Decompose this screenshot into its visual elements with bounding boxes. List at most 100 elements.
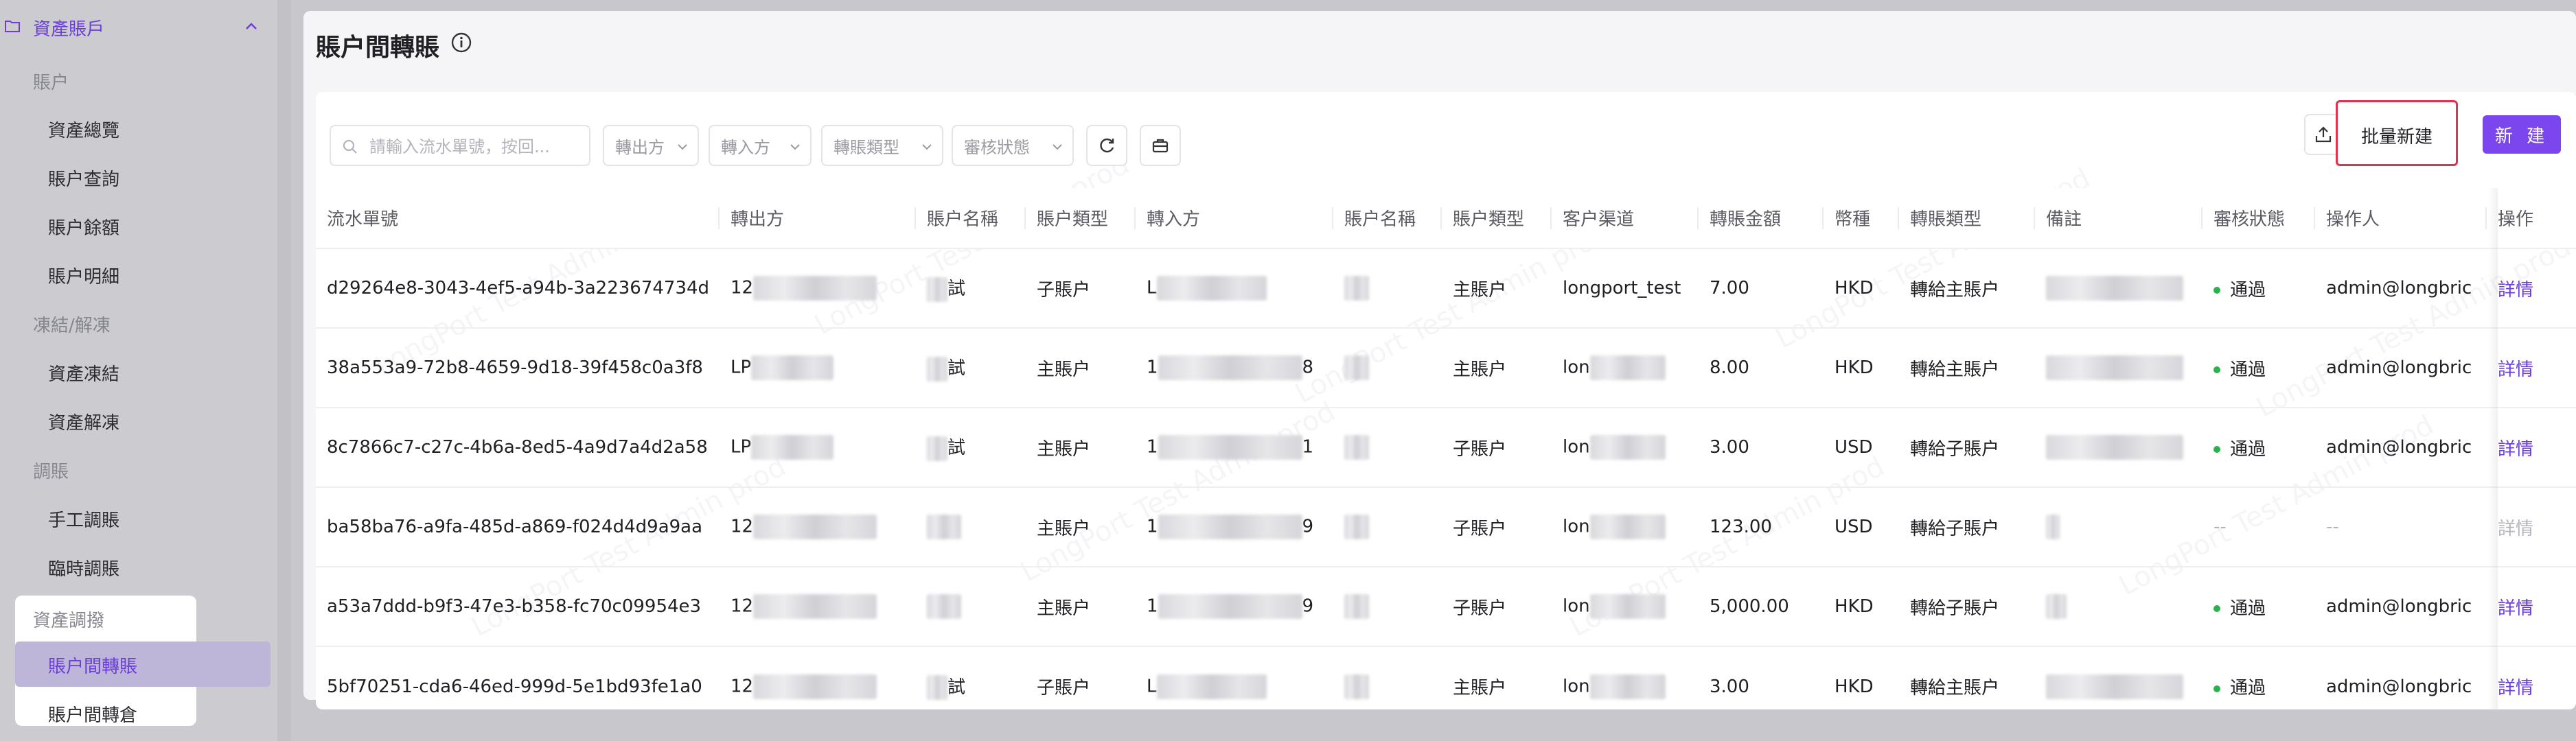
sidebar-section-adjust: 調賬 [33,462,69,482]
redacted-block [753,515,877,539]
header-to-account-name: 賬户名稱 [1333,188,1442,248]
chevron-down-icon [1053,144,1062,150]
redacted-block [1344,435,1369,460]
sidebar: 資產賬戶 賬户 資產總覽 賬户查詢 賬户餘額 賬户明細 凍結/解凍 資產凍結 資… [0,0,291,741]
cell-serial-no: ba58ba76-a9fa-485d-a869-f024d4d9a9aa [316,486,720,567]
cell-to: L [1136,248,1333,328]
batch-new-button[interactable]: 批量新建 [2336,100,2458,166]
filter-review-status[interactable]: 審核狀態 [952,125,1074,166]
table-row: 8c7866c7-c27c-4b6a-8ed5-4a9d7a4d2a58 LP … [316,407,2576,487]
redacted-block [753,594,877,619]
cell-from-account-name: 試 [916,248,1026,328]
sidebar-item-asset-overview[interactable]: 資產總覽 [48,117,119,142]
sidebar-item-account-balance[interactable]: 賬户餘額 [48,214,119,239]
batch-new-label: 批量新建 [2361,127,2433,148]
cell-from-account-type: 主賬户 [1026,486,1136,567]
redacted-block [927,594,961,619]
info-icon[interactable] [450,32,472,54]
cell-action: 詳情 [2487,486,2576,567]
cell-review-status: 通過 [2203,407,2315,487]
detail-link[interactable]: 詳情 [2498,678,2533,698]
redacted-block [1589,674,1666,699]
export-icon [2315,126,2332,143]
cell-from-account-name: 試 [916,646,1026,709]
redacted-block [927,436,947,461]
cell-currency: USD [1824,486,1899,567]
refresh-button[interactable] [1086,125,1127,166]
filter-transfer-type-label: 轉賬類型 [833,137,899,157]
sidebar-item-inter-account-position[interactable]: 賬户間轉倉 [48,701,137,727]
redacted-block [927,277,947,302]
cell-from-account-type: 子賬户 [1026,646,1136,709]
sidebar-item-asset-unfreeze[interactable]: 資產解凍 [48,409,119,434]
cell-to: 18 [1136,327,1333,408]
filter-review-status-label: 審核狀態 [964,137,1030,157]
redacted-block [2046,435,2183,460]
sidebar-item-manual-adjust[interactable]: 手工調賬 [48,506,119,532]
cell-transfer-type: 轉給主賬户 [1899,327,2035,408]
cell-currency: HKD [1824,327,1899,408]
header-from-account-type: 賬户類型 [1026,188,1136,248]
cell-from-account-name [916,486,1026,567]
cell-remark [2035,566,2203,646]
redacted-block [2046,276,2183,301]
clear-filters-button[interactable] [1140,125,1181,166]
new-button[interactable]: 新 建 [2483,115,2561,154]
cell-channel: lon [1552,327,1699,408]
search-box[interactable] [330,125,590,166]
cell-action: 詳情 [2487,566,2576,646]
sidebar-item-inter-account-transfer[interactable]: 賬户間轉賬 [15,642,271,687]
status-dot [2213,685,2220,692]
table-row: d29264e8-3043-4ef5-a94b-3a223674734d 12 … [316,248,2576,328]
cell-action: 詳情 [2487,407,2576,487]
cell-from-account-name: 試 [916,407,1026,487]
cell-currency: HKD [1824,248,1899,328]
search-input[interactable] [369,134,582,159]
cell-from: LP [720,327,916,408]
sidebar-item-account-detail[interactable]: 賬户明細 [48,263,119,288]
cell-to-account-name [1333,566,1442,646]
cell-action: 詳情 [2487,327,2576,408]
status-dot [2213,605,2220,612]
cell-to-account-name [1333,646,1442,709]
cell-transfer-type: 轉給子賬户 [1899,486,2035,567]
cell-channel: lon [1552,566,1699,646]
detail-link[interactable]: 詳情 [2498,280,2533,301]
status-dot [2213,287,2220,294]
cell-action: 詳情 [2487,248,2576,328]
table-card: LongPort Test Admin prod LongPort Test A… [316,92,2576,709]
chevron-up-icon[interactable] [244,21,258,32]
redacted-block [2046,674,2183,699]
sidebar-item-temp-adjust[interactable]: 臨時調賬 [48,555,119,580]
cell-currency: USD [1824,407,1899,487]
chevron-down-icon [790,144,800,150]
redacted-block [927,675,947,701]
cell-from: 12 [720,646,916,709]
table-row: ba58ba76-a9fa-485d-a869-f024d4d9a9aa 12 … [316,486,2576,567]
cell-operator: -- [2315,486,2487,567]
sidebar-section-freeze: 凍結/解凍 [33,316,111,336]
cell-from: 12 [720,566,916,646]
filter-from[interactable]: 轉出方 [603,125,699,166]
detail-link[interactable]: 詳情 [2498,439,2533,460]
redacted-block [1344,355,1369,380]
sidebar-item-account-query[interactable]: 賬户查詢 [48,165,119,191]
filter-transfer-type[interactable]: 轉賬類型 [821,125,943,166]
cell-to: 19 [1136,486,1333,567]
header-to-account-type: 賬户類型 [1442,188,1552,248]
cell-from-account-type: 主賬户 [1026,327,1136,408]
detail-link-disabled: 詳情 [2498,518,2534,539]
table-row: 38a553a9-72b8-4659-9d18-39f458c0a3f8 LP … [316,327,2576,408]
filter-to[interactable]: 轉入方 [709,125,812,166]
chevron-down-icon [678,144,687,150]
redacted-block [1589,355,1666,380]
sidebar-scrollbar[interactable] [277,0,291,741]
cell-serial-no: a53a7ddd-b9f3-47e3-b358-fc70c09954e3 [316,566,720,646]
sidebar-item-asset-freeze[interactable]: 資產凍結 [48,360,119,386]
detail-link[interactable]: 詳情 [2498,360,2533,380]
detail-link[interactable]: 詳情 [2498,598,2533,619]
sidebar-group-asset-accounts[interactable]: 資產賬戶 [0,10,275,45]
redacted-block [1344,674,1369,699]
header-transfer-type: 轉賬類型 [1899,188,2035,248]
cell-operator: admin@longbric [2315,407,2487,487]
